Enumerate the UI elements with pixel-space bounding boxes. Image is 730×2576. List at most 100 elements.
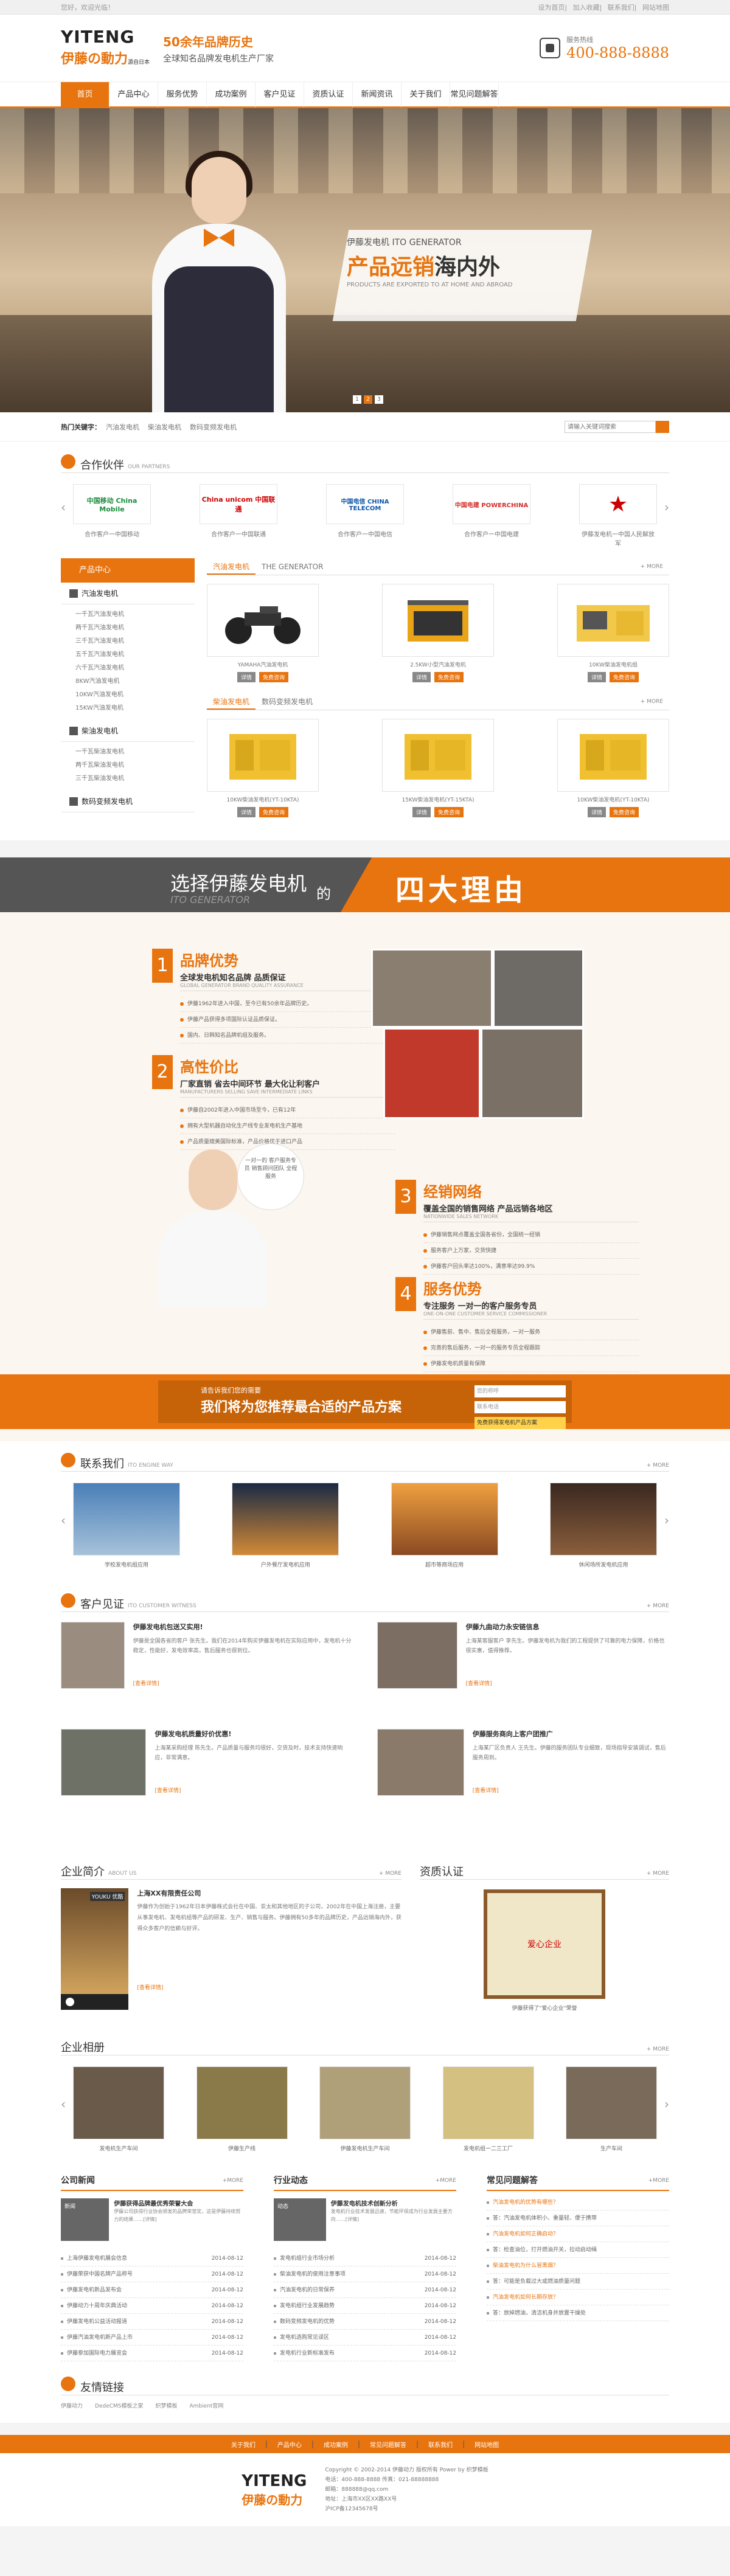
nav-home[interactable]: 首页 [61, 82, 109, 107]
top-link-home[interactable]: 设为首页 [538, 4, 565, 12]
sidebar-cat-gasoline[interactable]: 汽油发电机 [61, 583, 195, 604]
product-card[interactable]: 10KW柴油发电机组 详情 免费咨询 [557, 584, 669, 682]
certificate-image[interactable]: 爱心企业 [484, 1889, 605, 1999]
tab-diesel[interactable]: 柴油发电机 [207, 693, 256, 710]
partners-prev-icon[interactable]: ‹ [61, 500, 66, 514]
sidebar-sub-item[interactable]: 六千瓦汽油发电机 [75, 662, 195, 675]
testimonial-card[interactable]: 伊藤服务商向上客户团推广 上海某厂区负责人 王先生。伊藤的服务团队专业细致，现场指… [377, 1729, 669, 1826]
news-item[interactable]: 柴油发电机的使用注意事项 2014-08-12 [274, 2266, 456, 2282]
read-more-link[interactable]: [查看详情] [137, 1983, 401, 1991]
product-card[interactable]: 15KW柴油发电机(YT-15KTA) 详情 免费咨询 [382, 719, 494, 817]
sidebar-sub-item[interactable]: 五千瓦汽油发电机 [75, 648, 195, 662]
friend-link[interactable]: 伊藤动力 [61, 2401, 83, 2409]
next-arrow-icon[interactable]: › [664, 1513, 669, 1528]
testimonial-card[interactable]: 伊藤发电机包送又实用! 伊藤是全国各省的客户 张先生。我们在2014年购买伊藤发电… [61, 1622, 353, 1719]
album-card[interactable]: 发电机组一二三工厂 [442, 2066, 534, 2152]
news-item[interactable]: 汽油发电机的日常保养 2014-08-12 [274, 2282, 456, 2298]
sidebar-sub-item[interactable]: 三千瓦柴油发电机 [75, 772, 195, 786]
banner-dot-2[interactable]: 2 [364, 395, 372, 404]
partner-item[interactable]: ★ 伊藤发电机一中国人民解放军 [579, 484, 657, 547]
more-link[interactable]: + MORE [634, 693, 669, 710]
footer-link[interactable]: 联系我们 [428, 2440, 453, 2449]
news-item[interactable]: 伊藤荣获中国名牌产品称号 2014-08-12 [61, 2266, 243, 2282]
more-link[interactable]: + MORE [647, 2046, 669, 2052]
nav-about[interactable]: 关于我们 [401, 82, 450, 107]
nav-advantages[interactable]: 服务优势 [158, 82, 207, 107]
partner-item[interactable]: 中国电信 CHINA TELECOM 合作客户一中国电信 [326, 484, 404, 538]
product-card[interactable]: 10KW柴油发电机(YT-10KTA) 详情 免费咨询 [557, 719, 669, 817]
partner-item[interactable]: China unicom 中国联通 合作客户一中国联通 [200, 484, 277, 538]
sidebar-sub-item[interactable]: 两千瓦汽油发电机 [75, 621, 195, 635]
banner-dot-3[interactable]: 3 [375, 395, 383, 404]
partner-item[interactable]: 中国电建 POWERCHINA 合作客户一中国电建 [453, 484, 530, 538]
hot-keyword[interactable]: 数码变频发电机 [190, 422, 237, 432]
application-card[interactable]: 超市等商场应用 [391, 1483, 498, 1568]
sidebar-sub-item[interactable]: 三千瓦汽油发电机 [75, 635, 195, 648]
application-card[interactable]: 休闲场所发电机应用 [549, 1483, 657, 1568]
news-item[interactable]: 伊藤发电机公益活动报道 2014-08-12 [61, 2314, 243, 2330]
more-link[interactable]: + MORE [379, 1871, 401, 1877]
more-link[interactable]: + MORE [647, 1871, 669, 1877]
next-arrow-icon[interactable]: › [664, 2097, 669, 2111]
submit-button[interactable]: 免费获得发电机产品方案 [474, 1417, 566, 1429]
sidebar-sub-item[interactable]: 15KW汽油发电机 [75, 702, 195, 715]
top-link-fav[interactable]: 加入收藏 [573, 4, 600, 12]
hot-keyword[interactable]: 柴油发电机 [148, 422, 181, 432]
news-item[interactable]: 发电机选购常见误区 2014-08-12 [274, 2330, 456, 2346]
news-item[interactable]: 伊藤参加国际电力展览会 2014-08-12 [61, 2346, 243, 2361]
nav-news[interactable]: 新闻资讯 [353, 82, 401, 107]
partner-item[interactable]: 中国移动 China Mobile 合作客户一中国移动 [73, 484, 151, 538]
nav-certs[interactable]: 资质认证 [304, 82, 353, 107]
more-link[interactable]: +MORE [648, 2172, 669, 2190]
sidebar-sub-item[interactable]: 一千瓦柴油发电机 [75, 746, 195, 759]
news-item[interactable]: 发电机组行业发展趋势 2014-08-12 [274, 2298, 456, 2314]
sidebar-cat-diesel[interactable]: 柴油发电机 [61, 720, 195, 742]
more-link[interactable]: + MORE [634, 558, 669, 575]
hot-keyword[interactable]: 汽油发电机 [106, 422, 139, 432]
banner-dot-1[interactable]: 1 [353, 395, 361, 404]
sidebar-cat-inverter[interactable]: 数码变频发电机 [61, 791, 195, 812]
tab-gasoline[interactable]: 汽油发电机 [207, 558, 256, 575]
friend-link[interactable]: DedeCMS模板之家 [95, 2401, 143, 2409]
sidebar-sub-item[interactable]: 10KW汽油发电机 [75, 688, 195, 702]
phone-field[interactable]: 联系电话 [474, 1401, 566, 1413]
search-input[interactable] [565, 421, 656, 433]
album-card[interactable]: 发电机生产车间 [73, 2066, 164, 2152]
faq-question[interactable]: 柴油发电机为什么冒黑烟？ [487, 2258, 669, 2274]
nav-faq[interactable]: 常见问题解答 [450, 82, 499, 107]
news-item[interactable]: 数码变频发电机的优势 2014-08-12 [274, 2314, 456, 2330]
album-card[interactable]: 伊藤发电机生产车间 [319, 2066, 411, 2152]
footer-link[interactable]: 网站地图 [474, 2440, 499, 2449]
top-link-sitemap[interactable]: 网站地图 [642, 4, 669, 12]
nav-products[interactable]: 产品中心 [109, 82, 158, 107]
play-icon[interactable] [66, 1998, 74, 2006]
friend-link[interactable]: 织梦模板 [156, 2401, 178, 2409]
product-card[interactable]: 10KW柴油发电机(YT-10KTA) 详情 免费咨询 [207, 719, 319, 817]
prev-arrow-icon[interactable]: ‹ [61, 1513, 66, 1528]
footer-link[interactable]: 关于我们 [231, 2440, 255, 2449]
faq-question[interactable]: 汽油发电机的优势有哪些？ [487, 2195, 669, 2211]
tab-inverter[interactable]: 数码变频发电机 [255, 693, 319, 710]
search-button[interactable] [656, 421, 669, 433]
sidebar-sub-item[interactable]: 两千瓦柴油发电机 [75, 759, 195, 772]
hero-banner[interactable]: 伊藤发电机 ITO GENERATOR 产品远销海内外 PRODUCTS ARE… [0, 108, 730, 412]
footer-link[interactable]: 产品中心 [277, 2440, 302, 2449]
top-link-contact[interactable]: 联系我们 [608, 4, 634, 12]
testimonial-card[interactable]: 伊藤发电机质量好价优惠! 上海某采购经理 陈先生。产品质量与服务均很好，交货及时，… [61, 1729, 353, 1826]
testimonial-card[interactable]: 伊藤九曲动力永安链信息 上海某客服客户 李先生。伊藤发电机为我们的工程提供了可靠的… [377, 1622, 669, 1719]
more-link[interactable]: + MORE [647, 1463, 669, 1469]
application-card[interactable]: 户外餐厅发电机应用 [232, 1483, 339, 1568]
nav-cases[interactable]: 成功案例 [207, 82, 255, 107]
nav-testimonials[interactable]: 客户见证 [255, 82, 304, 107]
more-link[interactable]: +MORE [223, 2172, 243, 2190]
application-card[interactable]: 学校发电机组应用 [73, 1483, 180, 1568]
friend-link[interactable]: Ambient官网 [190, 2401, 224, 2409]
news-item[interactable]: 上海伊藤发电机展会信息 2014-08-12 [61, 2251, 243, 2266]
logo[interactable]: YITENG 伊藤の動力 源自日本 [61, 27, 152, 69]
partners-next-icon[interactable]: › [664, 500, 669, 514]
product-card[interactable]: 2.5KW小型汽油发电机 详情 免费咨询 [382, 584, 494, 682]
name-field[interactable]: 您的称呼 [474, 1385, 566, 1397]
footer-link[interactable]: 常见问题解答 [370, 2440, 406, 2449]
sidebar-sub-item[interactable]: 8KW汽油发电机 [75, 675, 195, 688]
sidebar-sub-item[interactable]: 一千瓦汽油发电机 [75, 608, 195, 621]
